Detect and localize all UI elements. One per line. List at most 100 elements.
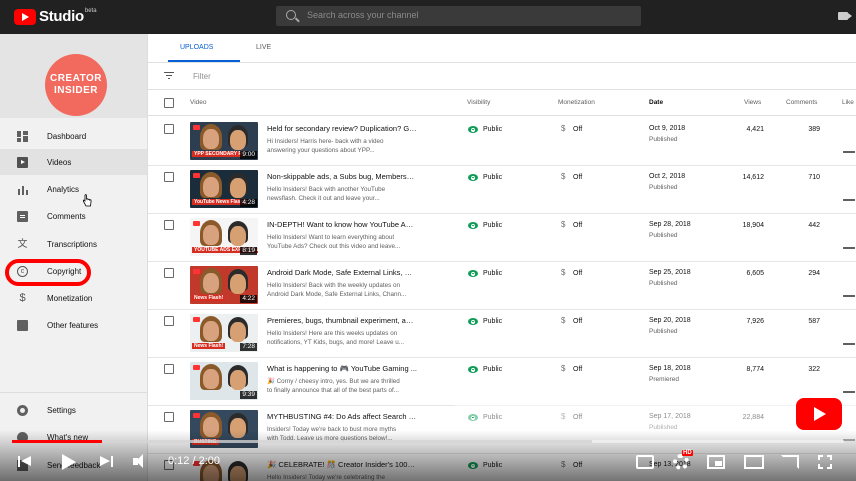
- row-checkbox[interactable]: [164, 268, 174, 278]
- monetization-value[interactable]: Off: [573, 462, 582, 469]
- previous-button[interactable]: [18, 453, 34, 471]
- video-title[interactable]: Held for secondary review? Duplication? …: [267, 124, 417, 133]
- sidebar-divider: [0, 392, 147, 393]
- row-checkbox[interactable]: [164, 124, 174, 134]
- youtube-mini-icon: [193, 413, 200, 418]
- monetization-value[interactable]: Off: [573, 366, 582, 373]
- monetization-value[interactable]: Off: [573, 174, 582, 181]
- column-visibility[interactable]: Visibility: [467, 99, 490, 106]
- video-status: Published: [649, 232, 678, 239]
- monetization-value[interactable]: Off: [573, 270, 582, 277]
- sidebar-item-other-features[interactable]: Other features: [0, 312, 147, 338]
- table-row[interactable]: 9:39 What is happening to 🎮 YouTube Gamin…: [148, 358, 856, 406]
- filter-icon[interactable]: [164, 72, 174, 79]
- video-comments: 587: [808, 318, 820, 325]
- column-comments[interactable]: Comments: [786, 99, 817, 106]
- video-title[interactable]: MYTHBUSTING #4: Do Ads affect Search & .…: [267, 412, 417, 421]
- row-checkbox[interactable]: [164, 364, 174, 374]
- video-thumbnail[interactable]: YouTube News Flash! 4:28: [190, 170, 258, 208]
- visibility-value[interactable]: Public: [483, 270, 502, 277]
- filter-input[interactable]: Filter: [193, 72, 211, 81]
- visibility-value[interactable]: Public: [483, 174, 502, 181]
- sidebar-item-whats-new[interactable]: What's new: [0, 424, 147, 450]
- video-thumbnail[interactable]: YOUTUBE ADS EXPLAINED 8:19: [190, 218, 258, 256]
- youtube-mini-icon: [193, 317, 200, 322]
- monetization-value[interactable]: Off: [573, 318, 582, 325]
- table-row[interactable]: YOUTUBE ADS EXPLAINED 8:19 IN-DEPTH! Want …: [148, 214, 856, 262]
- table-row[interactable]: News Flash! 7:28 Premieres, bugs, thumbnai…: [148, 310, 856, 358]
- video-status: Published: [649, 136, 678, 143]
- row-checkbox[interactable]: [164, 412, 174, 422]
- next-button[interactable]: [100, 453, 116, 471]
- video-views: 8,774: [746, 366, 764, 373]
- studio-logo[interactable]: Studio beta: [14, 8, 97, 25]
- visibility-value[interactable]: Public: [483, 318, 502, 325]
- folder-icon: [17, 319, 28, 331]
- visibility-value[interactable]: Public: [483, 222, 502, 229]
- youtube-watermark-button[interactable]: [796, 398, 842, 430]
- column-monetization[interactable]: Monetization: [558, 99, 595, 106]
- sidebar-item-settings[interactable]: Settings: [0, 397, 147, 423]
- search-bar[interactable]: Search across your channel: [276, 6, 641, 26]
- subtitles-button[interactable]: [636, 455, 654, 469]
- video-title[interactable]: Premieres, bugs, thumbnail experiment, a…: [267, 316, 417, 325]
- column-views[interactable]: Views: [744, 99, 761, 106]
- tab-uploads[interactable]: UPLOADS: [180, 44, 213, 51]
- monetization-value[interactable]: Off: [573, 222, 582, 229]
- description-line: Hi Insiders! Harris here- back with a vi…: [267, 138, 384, 145]
- column-likes[interactable]: Like: [842, 99, 854, 106]
- video-title[interactable]: Android Dark Mode, Safe External Links, …: [267, 268, 417, 277]
- analytics-icon: [17, 183, 28, 195]
- video-duration: 9:39: [240, 391, 257, 399]
- studio-label: Studio: [39, 8, 84, 25]
- video-thumbnail[interactable]: 9:39: [190, 362, 258, 400]
- video-thumbnail[interactable]: News Flash! 7:28: [190, 314, 258, 352]
- video-date: Sep 18, 2018: [649, 365, 691, 372]
- visibility-value[interactable]: Public: [483, 366, 502, 373]
- sidebar-item-monetization[interactable]: $ Monetization: [0, 285, 147, 311]
- column-date[interactable]: Date: [649, 99, 663, 106]
- row-checkbox[interactable]: [164, 172, 174, 182]
- create-video-icon[interactable]: [838, 12, 852, 20]
- table-row[interactable]: YouTube News Flash! 4:28 Non-skippable ads…: [148, 166, 856, 214]
- settings-gear-icon[interactable]: [673, 454, 689, 470]
- tab-live[interactable]: LIVE: [256, 44, 271, 51]
- sidebar-item-transcriptions[interactable]: 文 Transcriptions: [0, 231, 147, 257]
- volume-icon[interactable]: [133, 453, 153, 471]
- sidebar-item-analytics[interactable]: Analytics: [0, 176, 147, 202]
- row-checkbox[interactable]: [164, 220, 174, 230]
- fullscreen-button[interactable]: [818, 455, 832, 469]
- sidebar-item-videos[interactable]: Videos: [0, 149, 147, 175]
- likes-bar: [843, 199, 855, 201]
- channel-avatar[interactable]: CREATOR INSIDER: [45, 54, 107, 116]
- play-button[interactable]: [62, 453, 76, 471]
- video-title[interactable]: 🎉 CELEBRATE! 🎊 Creator Insider's 100th v…: [267, 460, 417, 469]
- visibility-value[interactable]: Public: [483, 126, 502, 133]
- video-duration: 7:28: [240, 343, 257, 351]
- likes-bar: [843, 151, 855, 153]
- hand-cursor-icon: [82, 194, 92, 207]
- sidebar-item-dashboard[interactable]: Dashboard: [0, 123, 147, 149]
- description-line: Hello Insiders! Here are this weeks upda…: [267, 330, 398, 337]
- table-row[interactable]: News Flash! 4:22 Android Dark Mode, Safe E…: [148, 262, 856, 310]
- cast-button[interactable]: [781, 455, 799, 469]
- video-title[interactable]: IN-DEPTH! Want to know how YouTube Ads .…: [267, 220, 417, 229]
- select-all-checkbox[interactable]: [164, 98, 174, 108]
- video-thumbnail[interactable]: News Flash! 4:22: [190, 266, 258, 304]
- sidebar-item-label: Settings: [47, 405, 76, 415]
- video-title[interactable]: What is happening to 🎮 YouTube Gaming ..…: [267, 364, 417, 373]
- video-title[interactable]: Non-skippable ads, a Subs bug, Membershi…: [267, 172, 417, 181]
- video-comments: 442: [808, 222, 820, 229]
- miniplayer-button[interactable]: [707, 455, 725, 469]
- row-checkbox[interactable]: [164, 316, 174, 326]
- video-thumbnail[interactable]: YPP SECONDARY R 9:00: [190, 122, 258, 160]
- table-row[interactable]: YPP SECONDARY R 9:00 Held for secondary re…: [148, 118, 856, 166]
- sidebar-item-comments[interactable]: Comments: [0, 203, 147, 229]
- eye-icon: [468, 174, 478, 181]
- eye-icon: [468, 222, 478, 229]
- monetization-value[interactable]: Off: [573, 126, 582, 133]
- theater-mode-button[interactable]: [744, 455, 764, 469]
- visibility-value[interactable]: Public: [483, 462, 502, 469]
- filter-bar[interactable]: Filter: [148, 62, 856, 90]
- description-line: newsflash. Check it out and leave your..…: [267, 195, 380, 202]
